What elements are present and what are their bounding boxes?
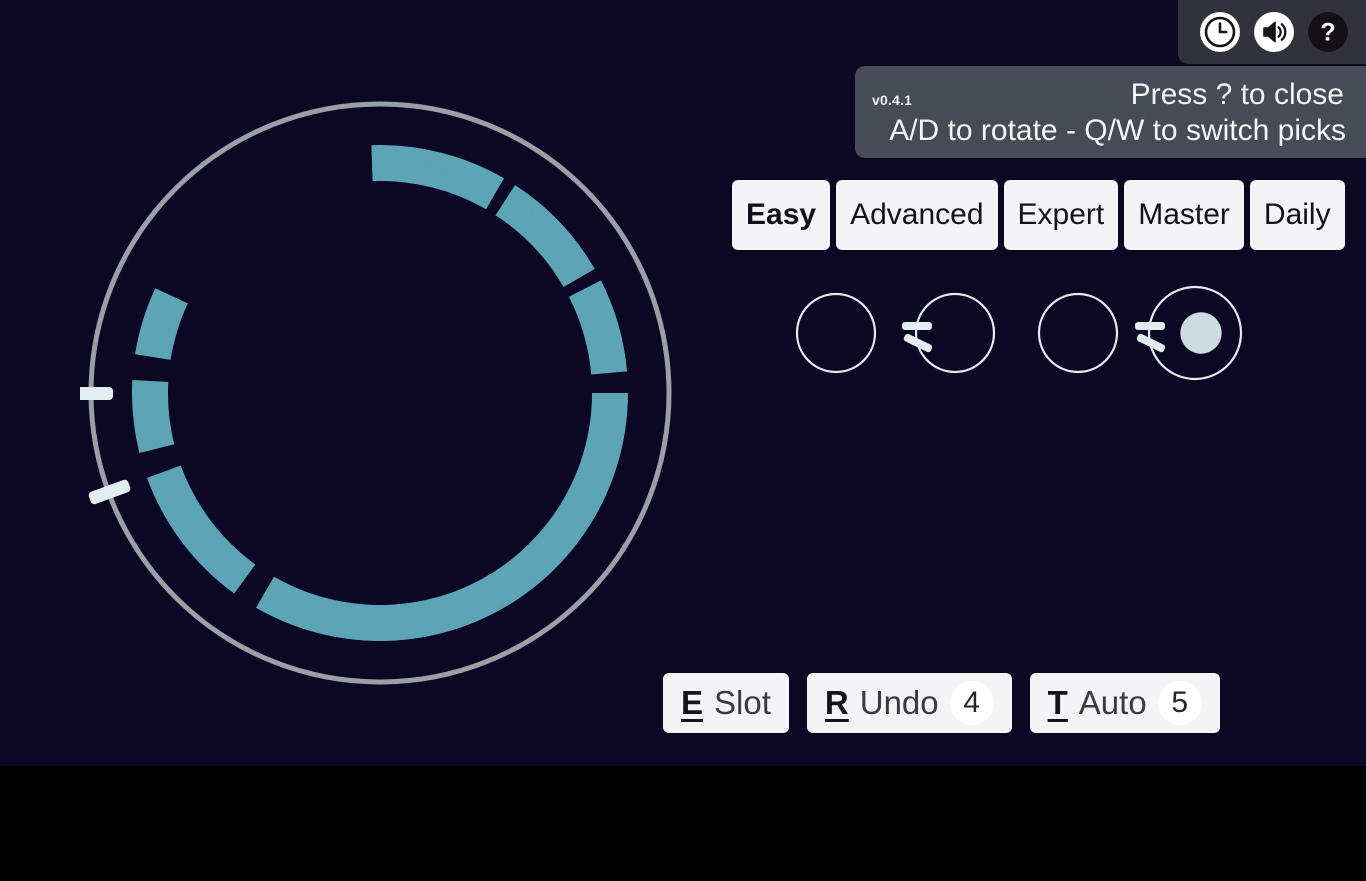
game-screen: ? v0.4.1 Press ? to close A/D to rotate … (0, 0, 1366, 881)
pick-slot-4[interactable] (1135, 285, 1243, 381)
dial-segment-group (132, 145, 628, 641)
action-label: Undo (859, 684, 939, 721)
action-count-badge: 4 (949, 681, 994, 725)
version-label: v0.4.1 (872, 92, 913, 108)
pick-slot-2[interactable] (902, 292, 996, 374)
action-hotkey: E (681, 684, 704, 721)
action-label: Auto (1078, 684, 1147, 721)
help-close-hint: Press ? to close (1130, 78, 1344, 111)
dial-segment (132, 380, 175, 453)
pick-slot-1[interactable] (795, 292, 877, 374)
letterbox-bar (0, 766, 1366, 881)
dial-segment (568, 280, 628, 375)
action-button-auto[interactable]: T Auto 5 (1029, 673, 1220, 733)
dial-outer-ring (88, 101, 672, 685)
action-hotkey: R (824, 684, 849, 721)
action-button-undo[interactable]: R Undo 4 (806, 673, 1012, 733)
action-button-slot[interactable]: E Slot (663, 673, 789, 733)
action-bar: E Slot R Undo 4 T Auto 5 (663, 673, 1220, 733)
pick-marker-1 (80, 387, 113, 400)
icon-bar: ? (1178, 0, 1366, 64)
dial-segment (146, 465, 256, 594)
action-hotkey: T (1047, 684, 1068, 721)
difficulty-tabs: Easy Advanced Expert Master Daily (732, 180, 1345, 250)
svg-text:?: ? (1320, 19, 1335, 47)
game-stage: ? v0.4.1 Press ? to close A/D to rotate … (0, 0, 1366, 766)
difficulty-tab-daily[interactable]: Daily (1249, 180, 1345, 250)
difficulty-tab-expert[interactable]: Expert (1003, 180, 1119, 250)
pick-slot-row (795, 285, 1265, 385)
action-label: Slot (714, 684, 771, 721)
difficulty-tab-advanced[interactable]: Advanced (836, 180, 998, 250)
question-mark-icon[interactable]: ? (1308, 12, 1348, 52)
lock-dial[interactable] (80, 100, 680, 700)
dial-segment (371, 145, 504, 210)
clock-icon[interactable] (1200, 12, 1240, 52)
speaker-icon[interactable] (1254, 12, 1294, 52)
difficulty-tab-easy[interactable]: Easy (732, 180, 831, 250)
dial-segment (135, 288, 188, 360)
difficulty-tab-master[interactable]: Master (1124, 180, 1244, 250)
dial-segment (495, 185, 595, 287)
help-panel: v0.4.1 Press ? to close A/D to rotate - … (855, 66, 1366, 158)
help-controls-text: A/D to rotate - Q/W to switch picks (889, 114, 1346, 147)
action-count-badge: 5 (1157, 681, 1202, 725)
pick-slot-3[interactable] (1037, 292, 1119, 374)
dial-segment (256, 393, 628, 641)
